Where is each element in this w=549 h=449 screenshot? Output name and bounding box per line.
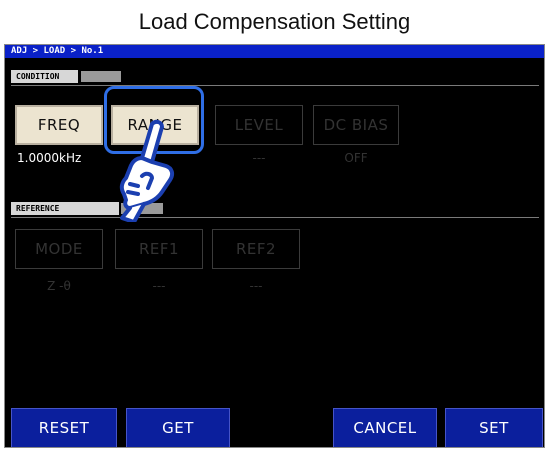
mode-button[interactable]: MODE: [15, 229, 103, 269]
get-button[interactable]: GET: [126, 408, 230, 447]
level-value: ---: [252, 151, 266, 165]
ref1-value: ---: [152, 279, 166, 293]
reset-button[interactable]: RESET: [11, 408, 117, 447]
page-title: Load Compensation Setting: [138, 9, 411, 34]
condition-section-tab: [81, 71, 121, 82]
reference-section-label: REFERENCE: [11, 202, 119, 215]
freq-value: 1.0000kHz: [17, 151, 82, 165]
mode-value: Z -θ: [47, 279, 71, 293]
freq-button[interactable]: FREQ: [15, 105, 103, 145]
level-button[interactable]: LEVEL: [215, 105, 303, 145]
breadcrumb: ADJ > LOAD > No.1: [5, 45, 544, 58]
ref2-button[interactable]: REF2: [212, 229, 300, 269]
pointing-hand-icon: [119, 119, 175, 222]
ref1-button[interactable]: REF1: [115, 229, 203, 269]
dc-bias-button[interactable]: DC BIAS: [313, 105, 399, 145]
set-button[interactable]: SET: [445, 408, 543, 447]
reference-divider: [11, 217, 539, 218]
condition-divider: [11, 85, 539, 86]
ref2-value: ---: [249, 279, 263, 293]
cancel-button[interactable]: CANCEL: [333, 408, 437, 447]
dc-bias-value: OFF: [344, 151, 368, 165]
device-screen: ADJ > LOAD > No.1 CONDITION FREQ RANGE L…: [4, 44, 545, 448]
condition-section-label: CONDITION: [11, 70, 78, 83]
